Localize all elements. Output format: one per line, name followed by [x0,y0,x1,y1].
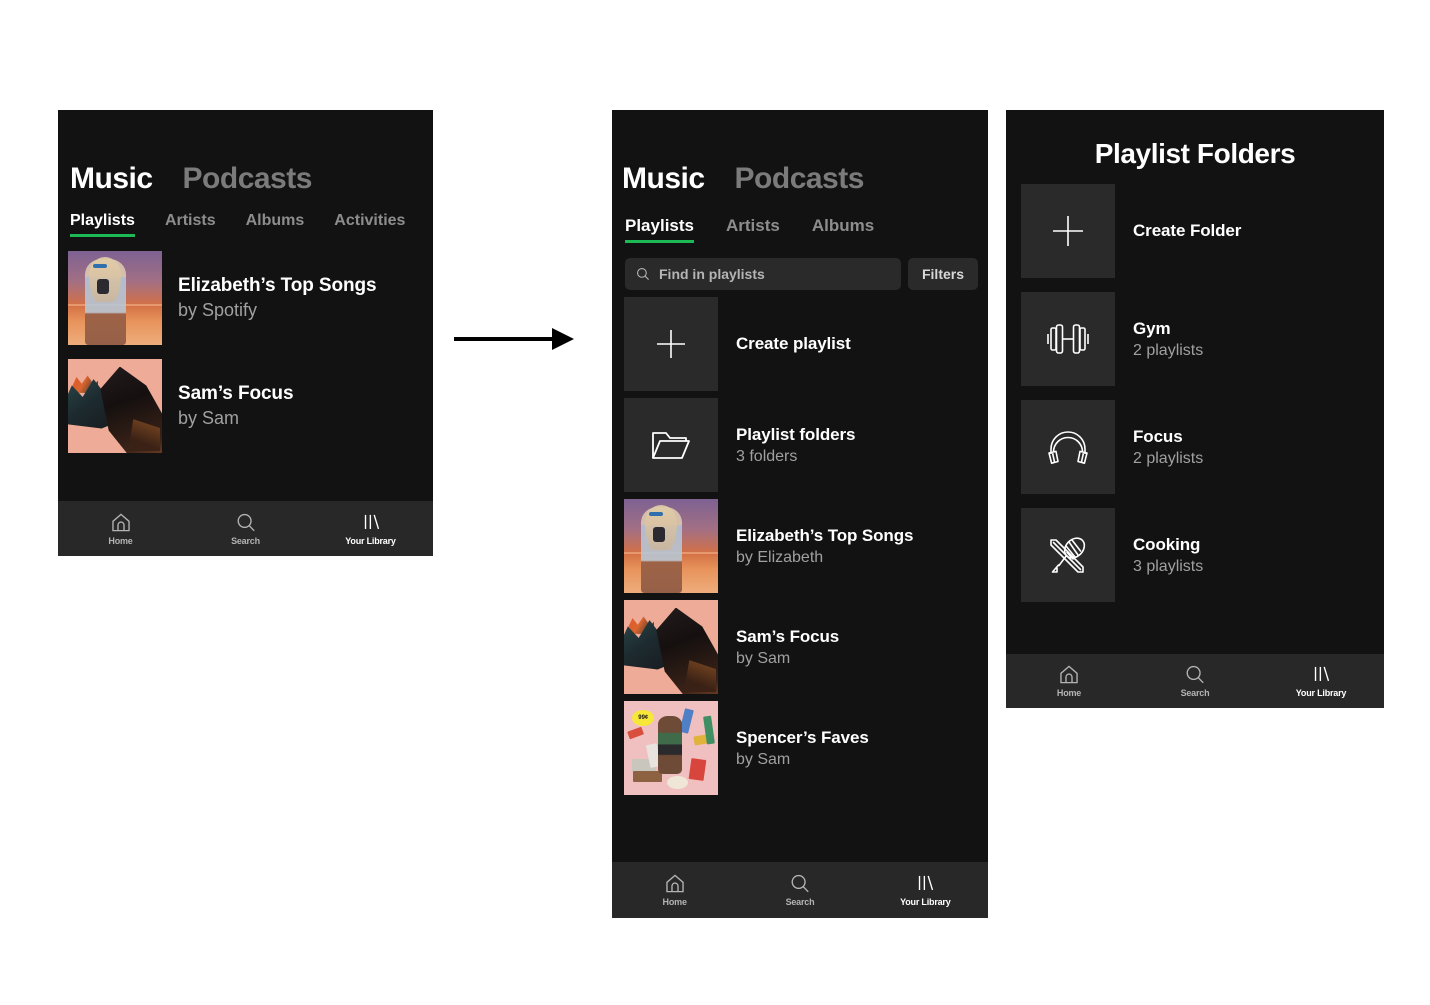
sams-focus-cover [624,600,718,694]
nav-your-library[interactable]: Your Library [1258,664,1384,698]
search-icon [791,874,809,893]
list-item[interactable]: Elizabeth’s Top Songs by Spotify [58,251,433,345]
search-icon [637,268,649,280]
screen-music-library: Music Podcasts Playlists Artists Albums … [58,110,433,556]
segment-music[interactable]: Music [70,164,153,194]
nav-search-label: Search [231,535,260,546]
nav-search-label: Search [785,897,815,907]
list-item[interactable]: Create Folder [1006,184,1384,278]
nav-home-label: Home [108,535,133,546]
list-item-title: Create Folder [1133,221,1242,240]
tab-playlists[interactable]: Playlists [70,212,135,237]
list-item-title: Elizabeth’s Top Songs [736,525,914,545]
segment-podcasts[interactable]: Podcasts [183,164,313,194]
nav-home[interactable]: Home [58,512,183,546]
nav-home-label: Home [1056,688,1082,698]
nav-home[interactable]: Home [1006,664,1132,698]
tab-artists[interactable]: Artists [726,216,780,243]
tab-albums[interactable]: Albums [812,216,874,243]
list-item[interactable]: Elizabeth’s Top Songs by Elizabeth [612,499,988,593]
filters-button[interactable]: Filters [907,258,978,290]
tab-playlists[interactable]: Playlists [625,216,694,243]
list-item[interactable]: Sam’s Focus by Sam [58,359,433,453]
list-item-title: Cooking [1133,534,1201,554]
list-item-subtitle: by Elizabeth [736,548,824,566]
list-item[interactable]: Gym 2 playlists [1006,292,1384,386]
segment-podcasts[interactable]: Podcasts [735,164,865,194]
dumbbell-icon [1021,292,1115,386]
list-item-subtitle: by Sam [736,750,791,768]
list-item-subtitle: by Spotify [178,300,258,320]
library-icon [919,875,934,891]
screen-playlist-folders: Playlist Folders Create Folder Gym 2 pla… [1006,110,1384,708]
elizabeth-top-songs-cover [68,251,162,345]
screen-playlists-expanded: Music Podcasts Playlists Artists Albums … [612,110,988,918]
list-item[interactable]: Focus 2 playlists [1006,400,1384,494]
search-row: Find in playlists Filters [625,258,978,290]
list-item-title: Sam’s Focus [736,626,840,646]
nav-your-library-label: Your Library [345,535,396,546]
nav-your-library-label: Your Library [900,897,951,907]
list-item-subtitle: 3 folders [736,447,798,465]
tab-bar: Playlists Artists Albums [625,216,988,243]
home-icon [1060,665,1078,684]
segment-header: Music Podcasts [622,164,988,194]
nav-home-label: Home [662,897,687,907]
nav-search[interactable]: Search [737,873,862,907]
plus-icon [1021,184,1115,278]
headphones-icon [1021,400,1115,494]
home-icon [111,512,130,531]
search-icon [237,513,255,531]
library-icon [364,514,379,529]
segment-header: Music Podcasts [70,164,433,194]
list-item[interactable]: Create playlist [612,297,988,391]
elizabeth-top-songs-cover [624,499,718,593]
list-item-title: Sam’s Focus [178,383,294,404]
nav-search-label: Search [1180,688,1210,698]
list-item-subtitle: 2 playlists [1133,449,1204,467]
list-item[interactable]: Playlist folders 3 folders [612,398,988,492]
tab-artists[interactable]: Artists [165,212,216,237]
list-item-title: Gym [1133,318,1171,338]
nav-search[interactable]: Search [1132,664,1258,698]
sams-focus-cover [68,359,162,453]
tab-bar: Playlists Artists Albums Activities [70,212,433,237]
price-badge: 99¢ [632,710,655,727]
page-title: Playlist Folders [1094,138,1296,169]
bottom-navigation: Home Search Your Library [612,862,988,918]
tab-activities[interactable]: Activities [334,212,405,237]
nav-your-library[interactable]: Your Library [863,873,988,907]
list-item-title: Elizabeth’s Top Songs [178,275,377,296]
spencers-faves-cover: 99¢ [624,701,718,795]
list-item-subtitle: by Sam [736,649,791,667]
list-item-title: Create playlist [736,334,851,353]
list-item-subtitle: by Sam [178,408,240,428]
nav-your-library-label: Your Library [1295,688,1347,698]
list-item-subtitle: 3 playlists [1133,557,1204,575]
search-icon [1186,665,1204,684]
library-icon [1314,666,1330,682]
search-placeholder: Find in playlists [659,266,765,282]
right-arrow-icon [454,328,574,350]
nav-your-library[interactable]: Your Library [308,512,433,546]
list-item[interactable]: Sam’s Focus by Sam [612,600,988,694]
list-item[interactable]: Cooking 3 playlists [1006,508,1384,602]
home-icon [665,874,684,893]
bottom-navigation: Home Search Your Library [1006,654,1384,708]
list-item-title: Spencer’s Faves [736,727,869,747]
plus-icon [624,297,718,391]
nav-home[interactable]: Home [612,873,737,907]
folder-icon [624,398,718,492]
search-input[interactable]: Find in playlists [625,258,901,290]
list-item[interactable]: 99¢ Spencer’s Faves by Sam [612,701,988,795]
segment-music[interactable]: Music [622,164,705,194]
tab-albums[interactable]: Albums [246,212,305,237]
list-item-title: Focus [1133,426,1183,446]
list-item-title: Playlist folders [736,424,856,444]
whisk-rollingpin-icon [1021,508,1115,602]
nav-search[interactable]: Search [183,512,308,546]
bottom-navigation: Home Search Your Library [58,501,433,556]
list-item-subtitle: 2 playlists [1133,341,1204,359]
